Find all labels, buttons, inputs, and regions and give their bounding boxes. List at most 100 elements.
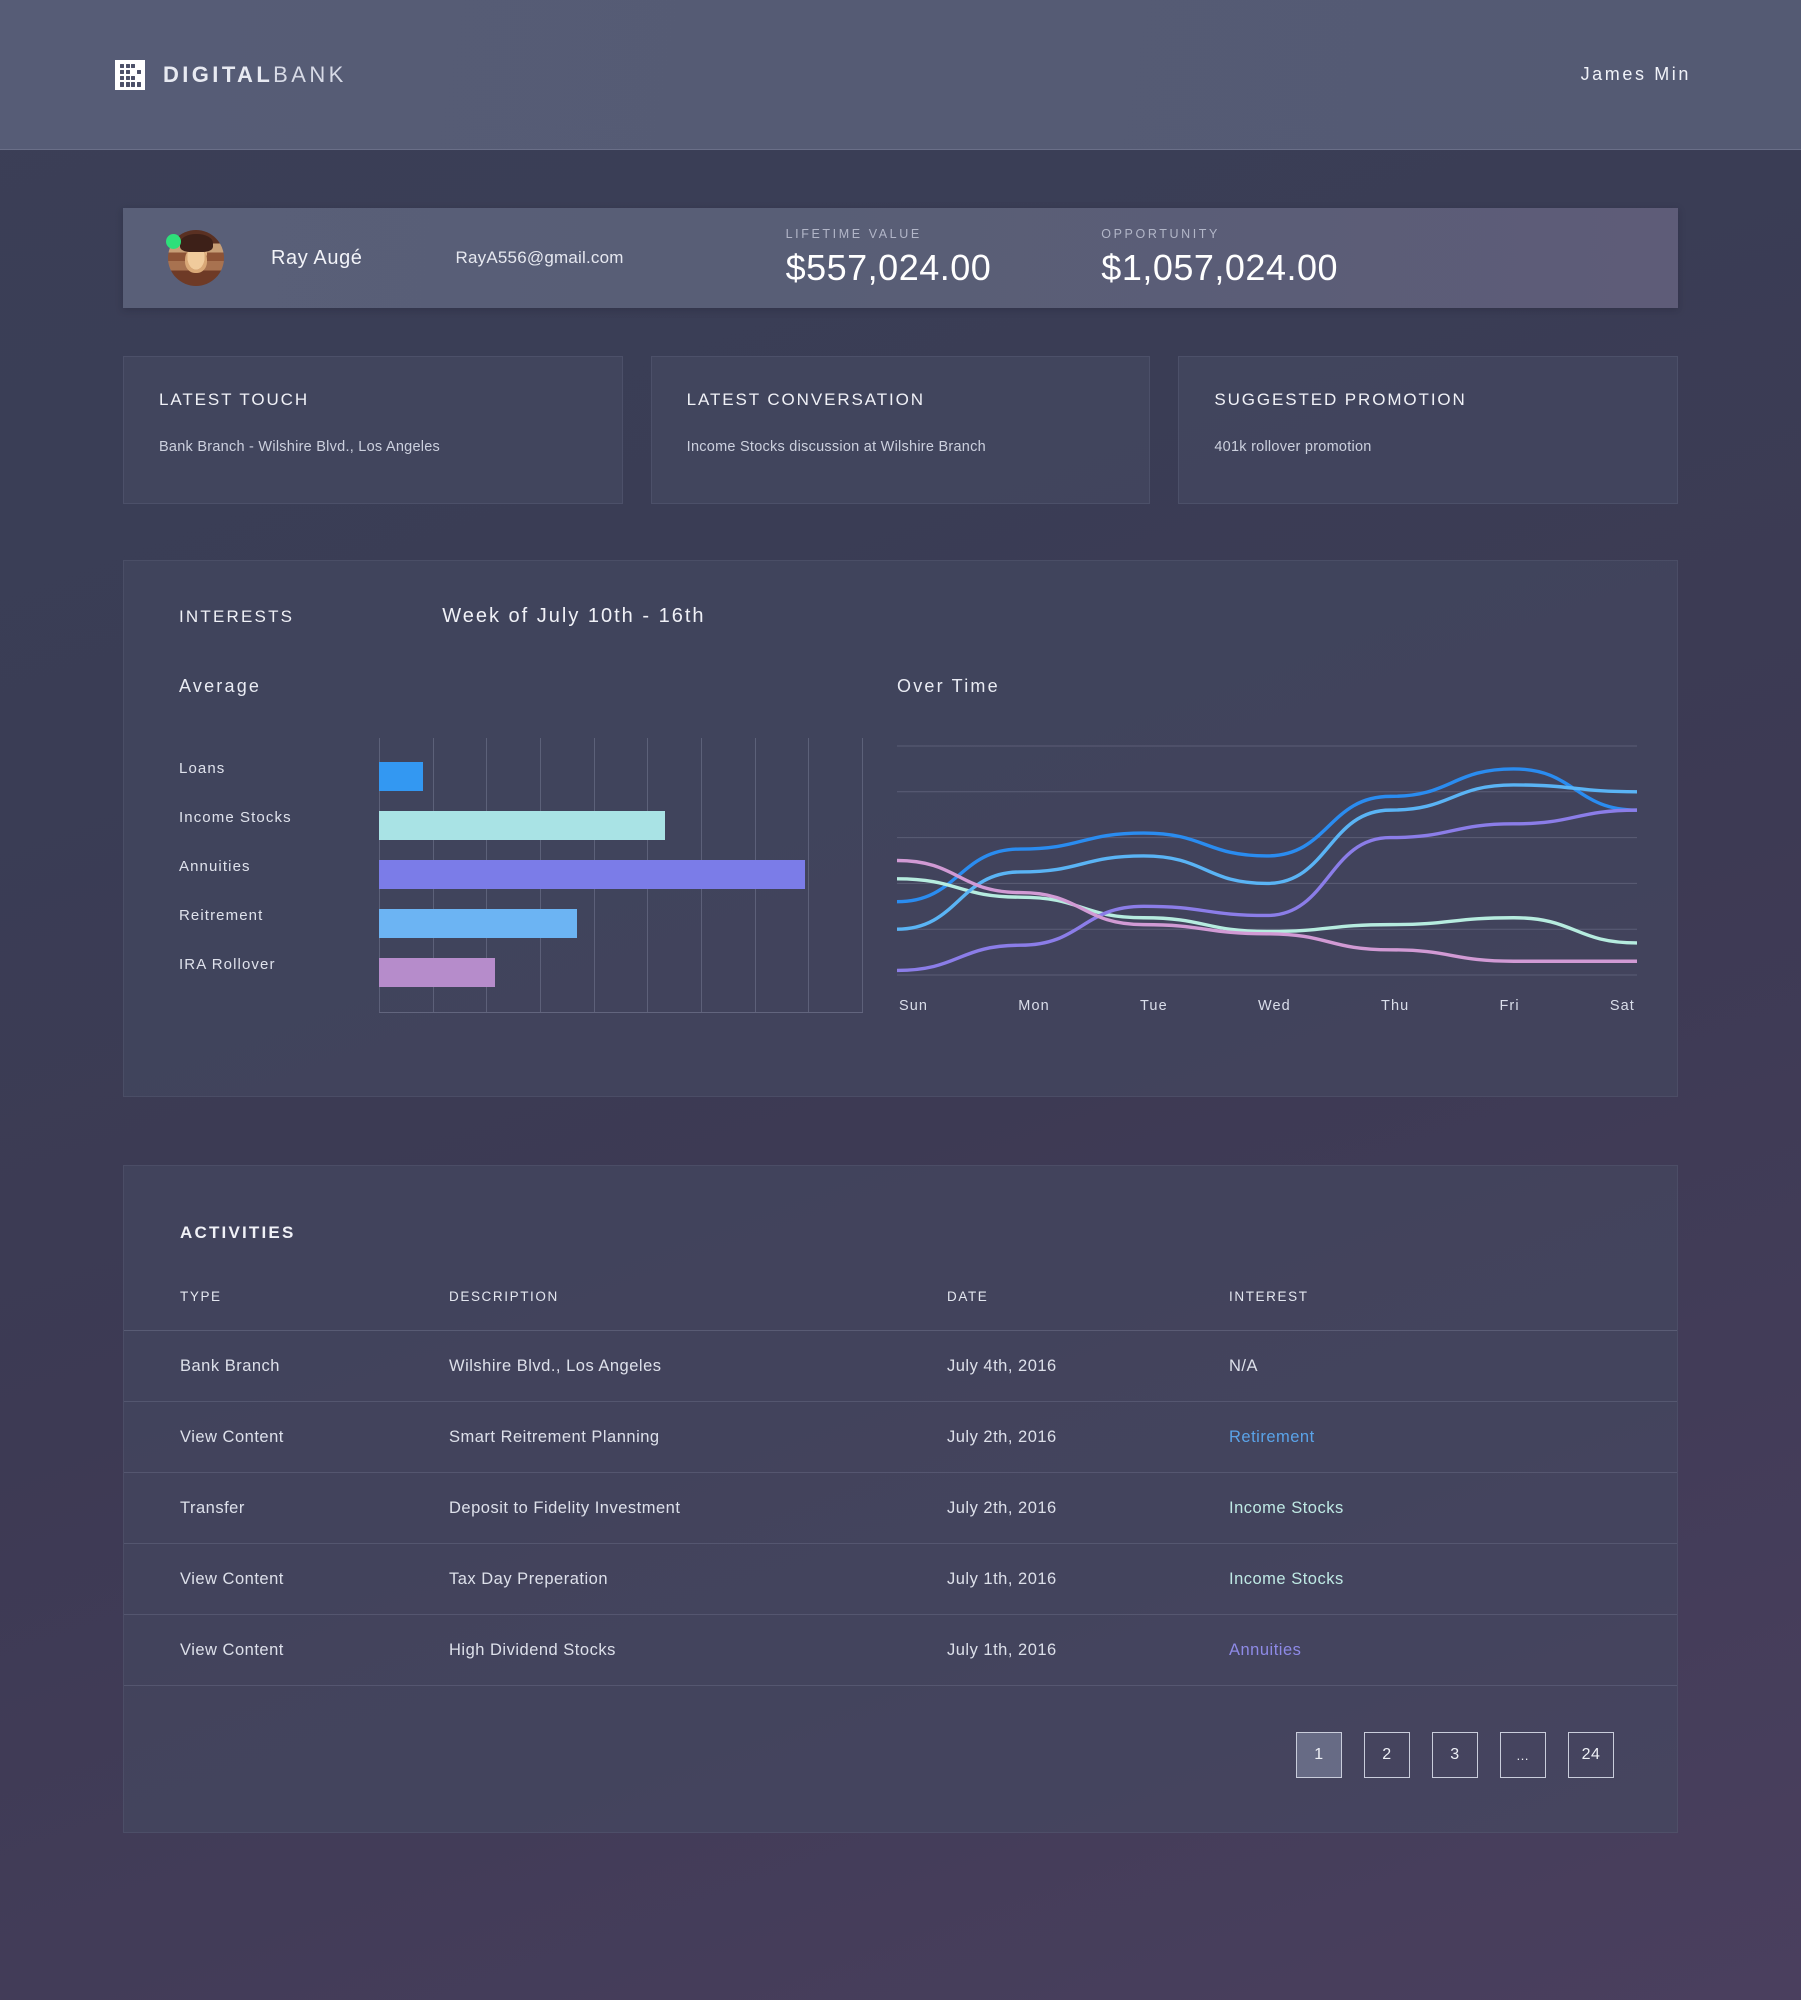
summary-cards-row: LATEST TOUCH Bank Branch - Wilshire Blvd… xyxy=(123,356,1679,504)
card-suggested-promotion-text: 401k rollover promotion xyxy=(1214,439,1372,455)
column-header-interest[interactable]: INTEREST xyxy=(1229,1289,1677,1331)
cell-interest[interactable]: Retirement xyxy=(1229,1401,1677,1473)
x-axis-tick-label: Sun xyxy=(899,998,929,1014)
card-suggested-promotion-title: SUGGESTED PROMOTION xyxy=(1214,390,1467,409)
bar-category-label: Income Stocks xyxy=(179,809,292,826)
page-button-24[interactable]: 24 xyxy=(1568,1732,1614,1778)
overtime-chart-title: Over Time xyxy=(897,676,1000,696)
bar-category-label: Reitrement xyxy=(179,907,264,924)
x-axis-tick-label: Wed xyxy=(1257,998,1291,1014)
table-row[interactable]: View Content Smart Reitrement Planning Jul… xyxy=(124,1401,1677,1473)
brand-bold: DIGITAL xyxy=(163,61,274,87)
activities-panel: ACTIVITIES TYPE DESCRIPTION DATE INTERES… xyxy=(123,1165,1678,1833)
bar-category-label: IRA Rollover xyxy=(179,956,276,973)
cell-interest[interactable]: Income Stocks xyxy=(1229,1472,1677,1544)
brand-logo[interactable]: DIGITALBANK xyxy=(115,59,347,90)
cell-date: July 1th, 2016 xyxy=(947,1614,1229,1686)
bar-chart-body: Loans Income Stocks Annuities Reitrement IRA… xyxy=(179,738,863,1013)
activities-table-head: TYPE DESCRIPTION DATE INTEREST xyxy=(124,1289,1677,1331)
card-latest-conversation-title: LATEST CONVERSATION xyxy=(686,390,925,409)
overtime-line-chart: Over Time Sun Mon Tue Wed Thu Fri Sat xyxy=(895,676,1639,1014)
bar-row xyxy=(379,899,863,948)
bar-reitrement[interactable] xyxy=(379,909,578,938)
bar-row xyxy=(379,948,863,997)
cell-interest[interactable]: Income Stocks xyxy=(1229,1543,1677,1615)
cell-description: Tax Day Preperation xyxy=(449,1543,947,1615)
cell-description: Smart Reitrement Planning xyxy=(449,1401,947,1473)
activities-table: TYPE DESCRIPTION DATE INTEREST Bank Bran… xyxy=(124,1289,1677,1686)
interests-charts: Average Loans Income Stocks Annuities Reitr… xyxy=(179,676,1639,1014)
opportunity-label: OPPORTUNITY xyxy=(1101,227,1220,241)
column-header-description[interactable]: DESCRIPTION xyxy=(449,1289,947,1331)
cell-description: Deposit to Fidelity Investment xyxy=(449,1472,947,1544)
cell-type: View Content xyxy=(124,1401,449,1473)
bar-annuities[interactable] xyxy=(379,860,805,889)
card-latest-touch-title: LATEST TOUCH xyxy=(159,390,310,409)
bar-row xyxy=(379,801,863,850)
x-axis-tick-label: Sat xyxy=(1609,998,1635,1014)
line-chart-svg xyxy=(895,745,1639,976)
brand-wordmark: DIGITALBANK xyxy=(163,62,347,88)
interests-panel: INTERESTS Week of July 10th - 16th Avera… xyxy=(123,560,1678,1097)
header-user-name[interactable]: James Min xyxy=(1581,64,1691,85)
cell-type: View Content xyxy=(124,1543,449,1615)
customer-profile-card: Ray Augé RayA556@gmail.com LIFETIME VALU… xyxy=(123,208,1678,308)
page-button-2[interactable]: 2 xyxy=(1364,1732,1410,1778)
activities-table-body: Bank Branch Wilshire Blvd., Los Angeles Ju… xyxy=(124,1330,1677,1686)
bar-ira-rollover[interactable] xyxy=(379,958,496,987)
cell-description: Wilshire Blvd., Los Angeles xyxy=(449,1330,947,1402)
card-latest-touch-text: Bank Branch - Wilshire Blvd., Los Angele… xyxy=(159,439,441,455)
x-axis-tick-label: Fri xyxy=(1499,998,1520,1014)
average-chart-title: Average xyxy=(179,676,262,696)
card-suggested-promotion[interactable]: SUGGESTED PROMOTION 401k rollover promot… xyxy=(1178,356,1679,504)
bar-chart-plot xyxy=(379,738,863,1013)
page-body: Ray Augé RayA556@gmail.com LIFETIME VALU… xyxy=(0,150,1801,1833)
x-axis-tick-label: Thu xyxy=(1380,998,1410,1014)
table-row[interactable]: View Content Tax Day Preperation July 1th,… xyxy=(124,1543,1677,1615)
bar-income-stocks[interactable] xyxy=(379,811,665,840)
card-latest-touch[interactable]: LATEST TOUCH Bank Branch - Wilshire Blvd… xyxy=(123,356,623,504)
cell-date: July 4th, 2016 xyxy=(947,1330,1229,1402)
lifetime-value-label: LIFETIME VALUE xyxy=(785,227,922,241)
online-status-icon xyxy=(166,234,181,249)
average-bar-chart: Average Loans Income Stocks Annuities Reitr… xyxy=(179,676,863,1014)
lifetime-value-amount: $557,024.00 xyxy=(785,247,992,288)
cell-description: High Dividend Stocks xyxy=(449,1614,947,1686)
page-button-1[interactable]: 1 xyxy=(1296,1732,1342,1778)
cell-date: July 2th, 2016 xyxy=(947,1472,1229,1544)
bar-row xyxy=(379,850,863,899)
avatar[interactable] xyxy=(166,230,224,286)
cell-date: July 2th, 2016 xyxy=(947,1401,1229,1473)
bar-row xyxy=(379,752,863,801)
cell-type: View Content xyxy=(124,1614,449,1686)
cell-interest[interactable]: Annuities xyxy=(1229,1614,1677,1686)
x-axis-tick-label: Mon xyxy=(1018,998,1050,1014)
line-series-annuities[interactable] xyxy=(895,808,1639,973)
customer-email[interactable]: RayA556@gmail.com xyxy=(456,248,624,268)
activities-header-row: TYPE DESCRIPTION DATE INTEREST xyxy=(124,1289,1677,1331)
x-axis-tick-label: Tue xyxy=(1140,998,1168,1014)
table-row[interactable]: View Content High Dividend Stocks July 1th… xyxy=(124,1614,1677,1686)
page-button-ellipsis[interactable]: … xyxy=(1500,1732,1546,1778)
app-header: DIGITALBANK James Min xyxy=(0,0,1801,150)
card-latest-conversation[interactable]: LATEST CONVERSATION Income Stocks discus… xyxy=(650,356,1151,504)
opportunity-amount: $1,057,024.00 xyxy=(1101,247,1339,288)
interests-header: INTERESTS Week of July 10th - 16th xyxy=(179,605,1637,628)
column-header-type[interactable]: TYPE xyxy=(124,1289,449,1331)
interests-week-range: Week of July 10th - 16th xyxy=(442,605,706,627)
card-latest-conversation-text: Income Stocks discussion at Wilshire Bra… xyxy=(686,439,986,455)
pagination: 1 2 3 … 24 xyxy=(124,1686,1677,1832)
table-row[interactable]: Bank Branch Wilshire Blvd., Los Angeles Ju… xyxy=(124,1330,1677,1402)
activities-title: ACTIVITIES xyxy=(180,1223,296,1242)
interests-title: INTERESTS xyxy=(179,606,295,626)
cell-interest: N/A xyxy=(1229,1330,1677,1402)
bar-category-label: Annuities xyxy=(179,858,251,875)
column-header-date[interactable]: DATE xyxy=(947,1289,1229,1331)
page-button-3[interactable]: 3 xyxy=(1432,1732,1478,1778)
bar-chart-bars xyxy=(379,752,863,997)
table-row[interactable]: Transfer Deposit to Fidelity Investment Ju… xyxy=(124,1472,1677,1544)
line-chart-x-axis: Sun Mon Tue Wed Thu Fri Sat xyxy=(897,998,1637,1014)
customer-name: Ray Augé xyxy=(271,246,363,269)
bar-loans[interactable] xyxy=(379,762,423,791)
lifetime-value-metric: LIFETIME VALUE $557,024.00 xyxy=(786,227,992,289)
